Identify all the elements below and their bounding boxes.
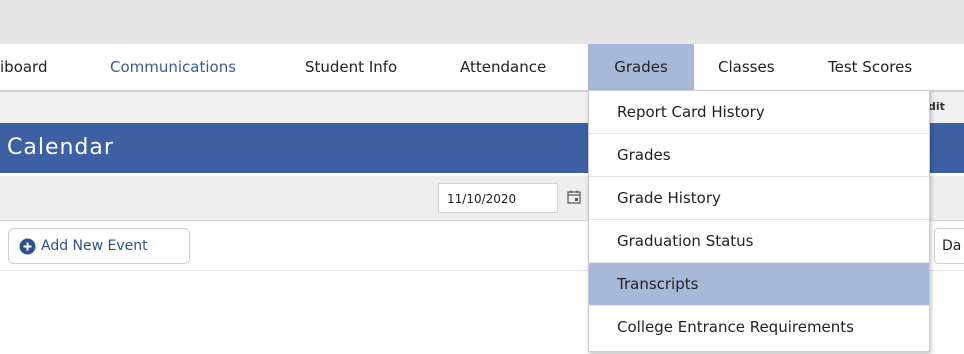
edit-link-fragment[interactable]: dit bbox=[928, 100, 945, 113]
menu-item-transcripts[interactable]: Transcripts bbox=[589, 263, 929, 306]
app-frame: iboard Communications Student Info Atten… bbox=[0, 0, 964, 354]
menu-item-grades[interactable]: Grades bbox=[589, 134, 929, 177]
plus-circle-icon bbox=[19, 238, 36, 255]
nav-tab-dashboard[interactable]: iboard bbox=[0, 44, 80, 90]
view-day-button[interactable]: Da bbox=[934, 228, 964, 264]
add-new-event-label: Add New Event bbox=[41, 238, 148, 254]
date-field[interactable]: 11/10/2020 bbox=[438, 183, 558, 213]
nav-tab-grades[interactable]: Grades bbox=[588, 44, 694, 90]
page-title: Calendar bbox=[7, 135, 114, 160]
top-strip bbox=[0, 0, 964, 44]
nav-tab-classes[interactable]: Classes bbox=[718, 44, 798, 90]
nav-tab-communications[interactable]: Communications bbox=[110, 44, 280, 90]
calendar-icon[interactable] bbox=[567, 190, 581, 204]
main-nav: iboard Communications Student Info Atten… bbox=[0, 44, 964, 90]
menu-item-graduation-status[interactable]: Graduation Status bbox=[589, 220, 929, 263]
menu-item-report-card-history[interactable]: Report Card History bbox=[589, 91, 929, 134]
add-new-event-button[interactable]: Add New Event bbox=[8, 228, 190, 264]
menu-item-college-entrance-requirements[interactable]: College Entrance Requirements bbox=[589, 306, 929, 349]
nav-tab-attendance[interactable]: Attendance bbox=[460, 44, 570, 90]
grades-dropdown-menu: Report Card History Grades Grade History… bbox=[588, 90, 930, 352]
nav-tab-student-info[interactable]: Student Info bbox=[305, 44, 425, 90]
nav-tab-test-scores[interactable]: Test Scores bbox=[828, 44, 938, 90]
view-day-label: Da bbox=[942, 238, 962, 254]
menu-item-grade-history[interactable]: Grade History bbox=[589, 177, 929, 220]
